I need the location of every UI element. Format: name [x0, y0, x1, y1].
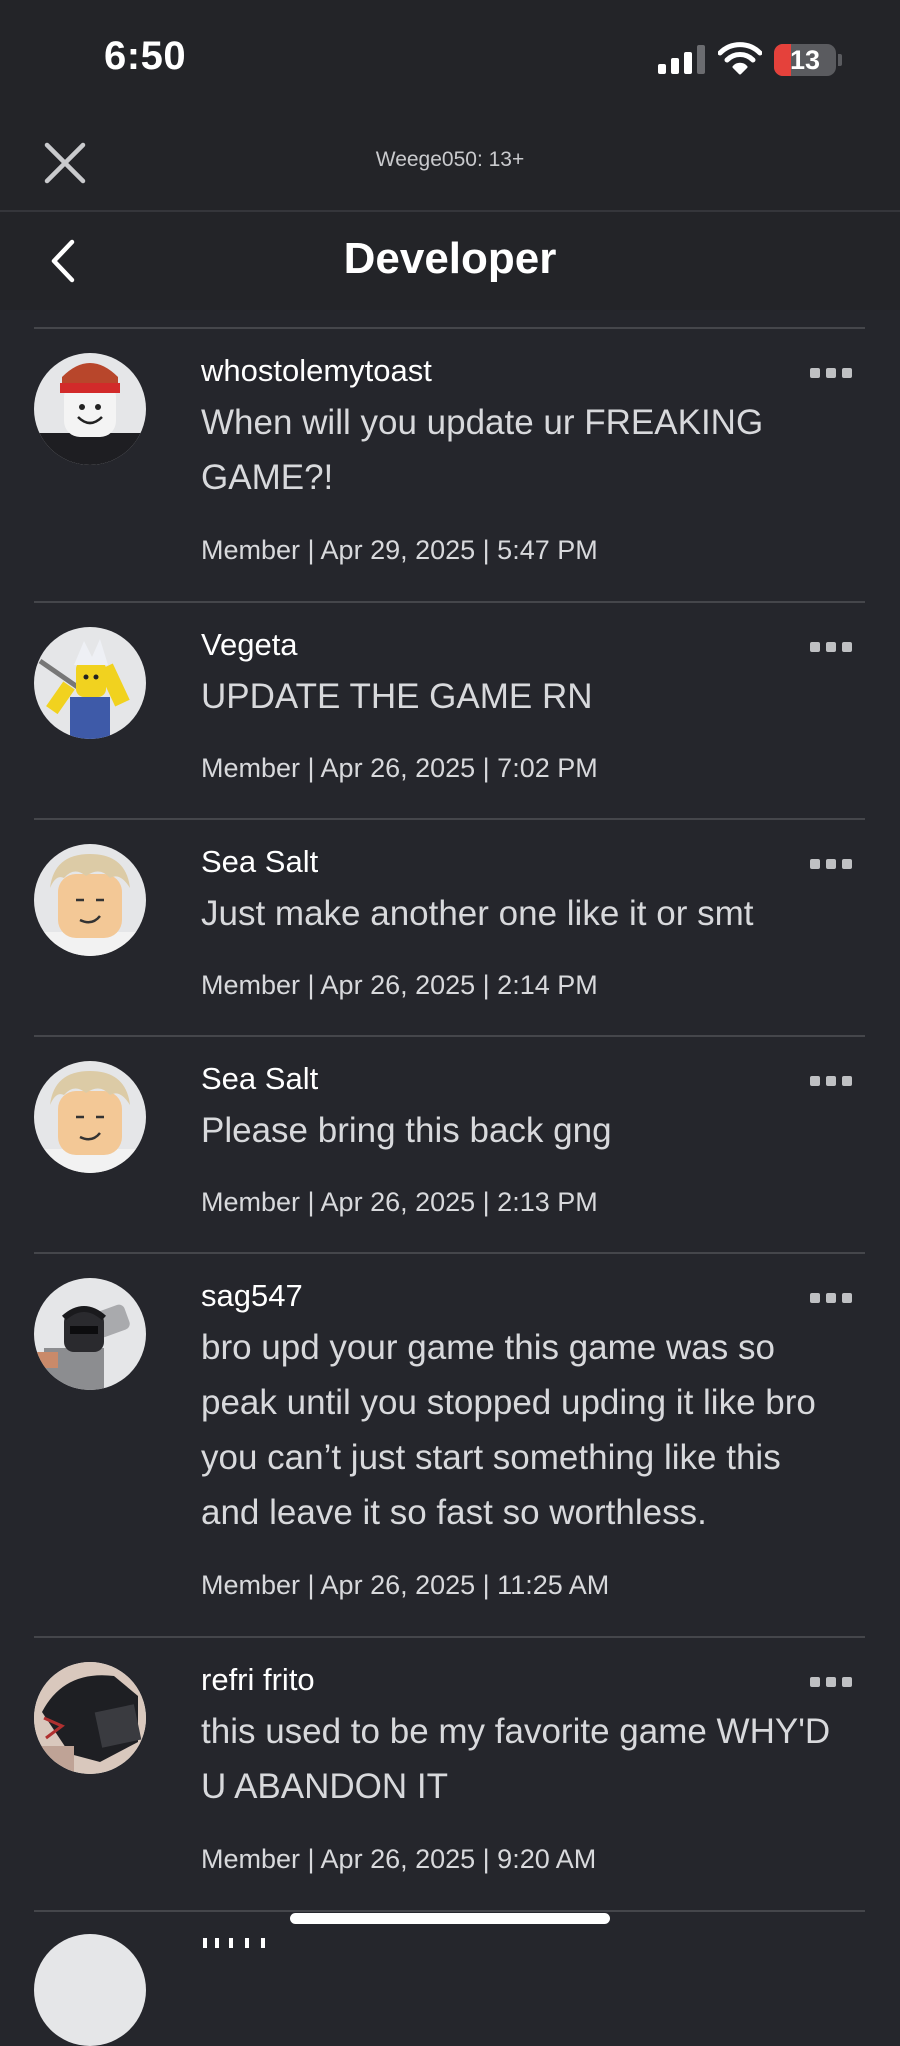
divider — [34, 1910, 865, 1912]
comment-username[interactable]: sag547 — [201, 1278, 303, 1314]
comment-message: Please bring this back gng — [201, 1111, 612, 1150]
more-options-icon[interactable] — [810, 639, 852, 655]
avatar[interactable] — [34, 353, 146, 465]
avatar[interactable] — [34, 1934, 146, 2046]
comment-meta: Member | Apr 26, 2025 | 9:20 AM — [201, 1844, 597, 1874]
page-title: Developer — [343, 234, 557, 283]
chevron-left-icon[interactable] — [40, 236, 90, 286]
comment-message: UPDATE THE GAME RN — [201, 677, 593, 716]
home-indicator[interactable] — [290, 1913, 610, 1924]
avatar[interactable] — [34, 627, 146, 739]
comment-meta: Member | Apr 26, 2025 | 11:25 AM — [201, 1570, 610, 1600]
comment-item: refri frito this used to be my favorite … — [0, 1638, 900, 1912]
comment-item: sag547 bro upd your game this game was s… — [0, 1254, 900, 1638]
comment-item: Sea Salt Please bring this back gng Memb… — [0, 1037, 900, 1254]
comment-username[interactable]: Sea Salt — [201, 1061, 318, 1097]
comment-message: this used to be my favorite game WHY'D U… — [201, 1712, 831, 1806]
comment-meta: Member | Apr 26, 2025 | 2:14 PM — [201, 970, 598, 1000]
comment-username[interactable]: Vegeta — [201, 627, 298, 663]
cellular-signal-icon — [658, 44, 706, 74]
comment-meta: Member | Apr 26, 2025 | 2:13 PM — [201, 1187, 598, 1217]
more-options-icon[interactable] — [810, 365, 852, 381]
avatar[interactable] — [34, 1061, 146, 1173]
nav-header: Developer — [0, 212, 900, 310]
status-time: 6:50 — [104, 34, 187, 78]
battery-icon: 13 — [774, 44, 836, 76]
webview-header: Weege050: 13+ — [0, 118, 900, 212]
webview-title: Weege050: 13+ — [375, 148, 525, 171]
more-options-icon[interactable] — [810, 1073, 852, 1089]
avatar[interactable] — [34, 1278, 146, 1390]
comment-item: Vegeta UPDATE THE GAME RN Member | Apr 2… — [0, 603, 900, 820]
more-options-icon[interactable] — [810, 1674, 852, 1690]
comment-message: bro upd your game this game was so peak … — [201, 1328, 816, 1532]
comment-username[interactable]: whostolemytoast — [201, 353, 432, 389]
comment-username-partial — [201, 1936, 281, 1948]
status-bar: 6:50 13 — [0, 0, 900, 118]
comment-meta: Member | Apr 29, 2025 | 5:47 PM — [201, 535, 598, 565]
comment-item: whostolemytoast When will you update ur … — [0, 329, 900, 603]
avatar[interactable] — [34, 844, 146, 956]
comment-username[interactable]: refri frito — [201, 1662, 315, 1698]
comment-username[interactable]: Sea Salt — [201, 844, 318, 880]
battery-cap — [838, 54, 842, 66]
comment-meta: Member | Apr 26, 2025 | 7:02 PM — [201, 753, 598, 783]
wifi-icon — [718, 42, 762, 75]
battery-level: 13 — [789, 45, 821, 75]
close-icon[interactable] — [38, 136, 92, 190]
more-options-icon[interactable] — [810, 856, 852, 872]
comment-item: Sea Salt Just make another one like it o… — [0, 820, 900, 1037]
comment-message: Just make another one like it or smt — [201, 894, 754, 933]
comment-message: When will you update ur FREAKING GAME?! — [201, 403, 764, 497]
avatar[interactable] — [34, 1662, 146, 1774]
more-options-icon[interactable] — [810, 1290, 852, 1306]
